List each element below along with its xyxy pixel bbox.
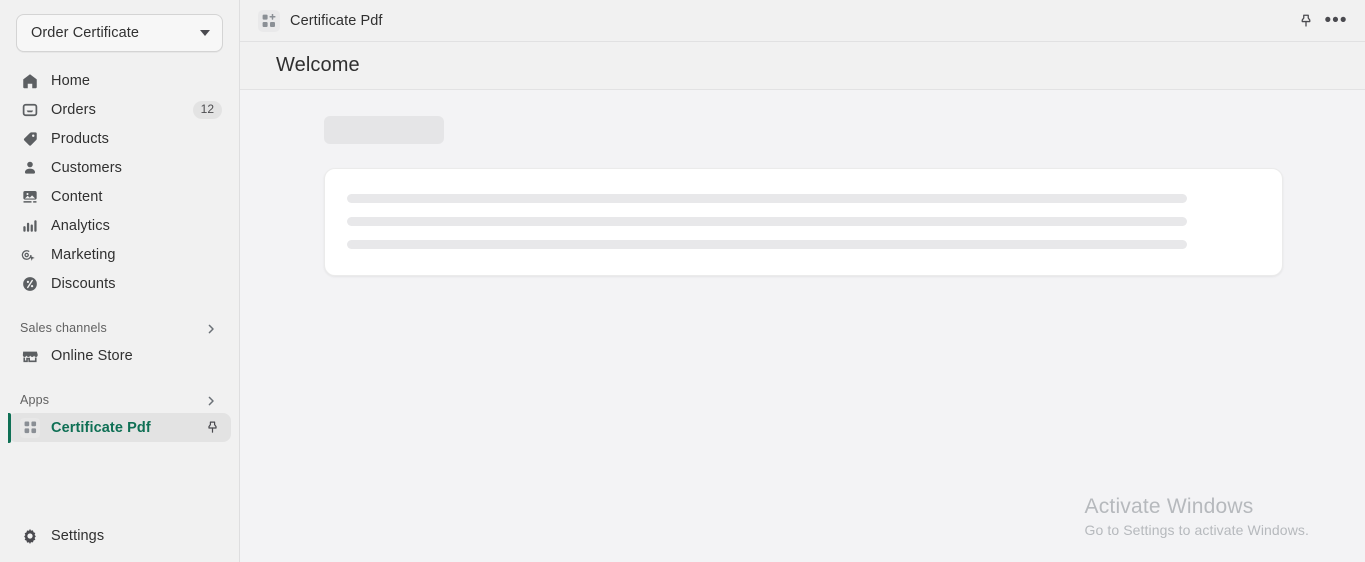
- marketing-target-icon: [20, 245, 40, 265]
- sidebar-item-label: Discounts: [51, 275, 116, 292]
- page-header: Welcome: [240, 42, 1365, 90]
- page-title: Welcome: [276, 54, 360, 76]
- chevron-right-icon: [205, 322, 217, 334]
- sidebar-footer: Settings: [0, 521, 239, 562]
- more-horizontal-icon[interactable]: •••: [1321, 6, 1351, 36]
- discounts-percent-icon: [20, 274, 40, 294]
- main-area: Certificate Pdf ••• Welcome Activate Win…: [240, 0, 1365, 562]
- sidebar-item-discounts[interactable]: Discounts: [8, 269, 231, 298]
- section-header-sales-channels[interactable]: Sales channels: [8, 315, 231, 341]
- sidebar-item-label: Marketing: [51, 246, 116, 263]
- skeleton-pill: [324, 116, 444, 144]
- sidebar-item-label: Certificate Pdf: [51, 419, 151, 436]
- sidebar-item-label: Products: [51, 130, 110, 147]
- sidebar-item-home[interactable]: Home: [8, 66, 231, 95]
- sidebar-item-certificate-pdf[interactable]: Certificate Pdf: [8, 412, 231, 443]
- sidebar-item-content[interactable]: Content: [8, 182, 231, 211]
- primary-nav: Home Orders 12 Products Customers Conten…: [0, 62, 239, 443]
- sidebar-item-label: Online Store: [51, 347, 133, 364]
- sidebar-item-settings[interactable]: Settings: [8, 521, 231, 550]
- sidebar-item-label: Settings: [51, 527, 105, 544]
- online-store-icon: [20, 346, 40, 366]
- skeleton-line: [347, 194, 1187, 203]
- sidebar-item-online-store[interactable]: Online Store: [8, 341, 231, 370]
- gear-icon: [20, 526, 40, 546]
- sidebar-item-label: Analytics: [51, 217, 110, 234]
- home-icon: [20, 71, 40, 91]
- pin-icon[interactable]: [1291, 6, 1321, 36]
- app-blocks-plus-icon: [258, 9, 280, 32]
- sidebar-item-customers[interactable]: Customers: [8, 153, 231, 182]
- sidebar-item-label: Orders: [51, 101, 96, 118]
- sidebar-item-analytics[interactable]: Analytics: [8, 211, 231, 240]
- watermark-subtitle: Go to Settings to activate Windows.: [1084, 522, 1309, 538]
- app-root: Order Certificate Home Orders 12 Product…: [0, 0, 1365, 562]
- products-tag-icon: [20, 129, 40, 149]
- windows-activation-watermark: Activate Windows Go to Settings to activ…: [1085, 493, 1310, 540]
- section-title: Apps: [20, 393, 50, 407]
- section-header-apps[interactable]: Apps: [8, 387, 231, 413]
- skeleton-line: [347, 217, 1187, 226]
- sidebar-item-orders[interactable]: Orders 12: [8, 95, 231, 124]
- section-title: Sales channels: [20, 321, 107, 335]
- skeleton-card: [324, 168, 1283, 276]
- sidebar-item-products[interactable]: Products: [8, 124, 231, 153]
- active-indicator-bar: [8, 412, 11, 443]
- watermark-title: Activate Windows: [1084, 495, 1254, 518]
- app-blocks-icon: [20, 417, 40, 438]
- store-switcher-button[interactable]: Order Certificate: [16, 14, 223, 52]
- orders-count-badge: 12: [192, 100, 222, 119]
- store-switcher-label: Order Certificate: [31, 25, 140, 41]
- orders-icon: [20, 100, 40, 120]
- store-switcher-container: Order Certificate: [0, 0, 239, 62]
- page-body: Activate Windows Go to Settings to activ…: [240, 90, 1365, 562]
- app-topbar: Certificate Pdf •••: [240, 0, 1365, 42]
- chevron-down-icon: [200, 30, 210, 36]
- pin-icon[interactable]: [202, 418, 222, 438]
- customers-person-icon: [20, 158, 40, 178]
- sidebar-item-label: Customers: [51, 159, 122, 176]
- more-horizontal-label: •••: [1324, 9, 1348, 31]
- analytics-bars-icon: [20, 216, 40, 236]
- sidebar-item-label: Home: [51, 72, 91, 89]
- chevron-right-icon: [205, 394, 217, 406]
- sidebar-item-marketing[interactable]: Marketing: [8, 240, 231, 269]
- app-title: Certificate Pdf: [290, 12, 383, 29]
- sidebar-item-label: Content: [51, 188, 103, 205]
- sidebar: Order Certificate Home Orders 12 Product…: [0, 0, 240, 562]
- content-image-icon: [20, 187, 40, 207]
- skeleton-line: [347, 240, 1187, 249]
